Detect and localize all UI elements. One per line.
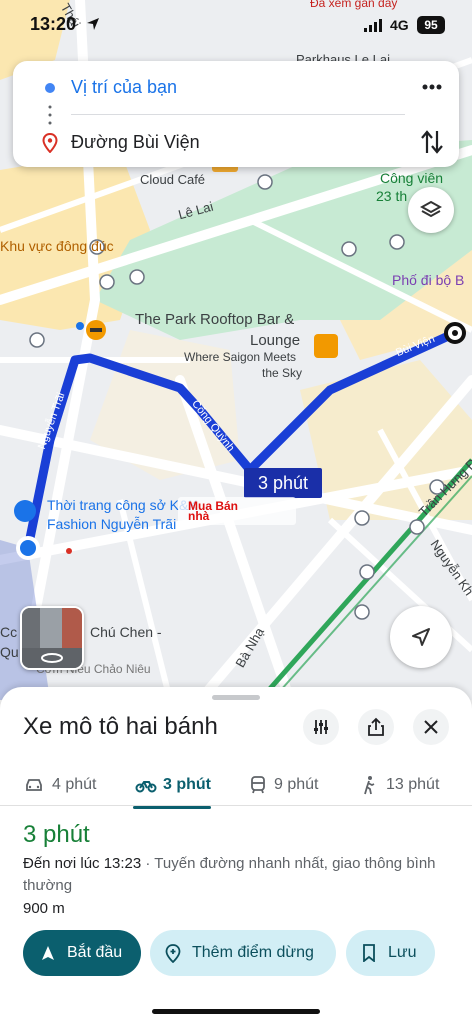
bookmark-icon — [363, 944, 375, 962]
selected-tab-indicator — [133, 806, 211, 809]
status-time: 13:20 — [30, 14, 77, 34]
route-summary: Đến nơi lúc 13:23 · Tuyến đường nhanh nh… — [23, 853, 453, 897]
start-button-label: Bắt đầu — [67, 944, 123, 961]
recenter-button[interactable] — [390, 606, 452, 668]
start-button[interactable]: Bắt đầu — [23, 930, 141, 976]
map-label-chu-chen: Chú Chen - — [90, 624, 162, 640]
origin-field[interactable]: Vị trí của bạn — [71, 77, 177, 98]
destination-pin-icon — [42, 133, 58, 153]
navigation-arrow-icon — [412, 628, 430, 646]
transit-icon — [251, 776, 265, 794]
route-distance: 900 m — [23, 900, 65, 917]
travel-mode-tabs: 4 phút 3 phút 9 phút 13 phút — [0, 759, 472, 806]
street-view-thumbnail[interactable] — [20, 606, 84, 670]
route-duration: 3 phút — [23, 821, 90, 848]
close-button[interactable] — [413, 709, 449, 745]
sliders-icon — [314, 720, 328, 734]
map-label-cloud-cafe: Cloud Café — [140, 172, 206, 187]
map-label-thoi-trang-1: Thời trang công sở K&K — [47, 497, 198, 513]
layers-button[interactable] — [408, 187, 454, 233]
sheet-drag-handle[interactable] — [212, 695, 260, 700]
close-icon — [424, 720, 438, 734]
map-label-cong-vien: Công viên — [380, 170, 444, 186]
battery-level: 95 — [417, 16, 445, 34]
navigation-icon — [42, 946, 54, 960]
home-indicator — [152, 1009, 320, 1014]
network-type: 4G — [390, 17, 409, 33]
tab-transit[interactable]: 9 phút — [250, 773, 318, 797]
add-stop-icon — [165, 944, 181, 963]
save-button[interactable]: Lưu — [346, 930, 435, 976]
directions-panel: Vị trí của bạn Đường Bùi Viện — [13, 61, 459, 167]
add-stop-label: Thêm điểm dừng — [192, 944, 314, 961]
swap-vertical-icon — [421, 130, 443, 154]
map-label-park-rooftop: The Park Rooftop Bar & — [135, 311, 295, 328]
layers-icon — [420, 200, 442, 218]
tab-car[interactable]: 4 phút — [24, 773, 96, 797]
car-icon — [26, 779, 42, 791]
street-view-image — [22, 608, 82, 668]
route-time-tag[interactable]: 3 phút — [244, 468, 322, 498]
tab-walk[interactable]: 13 phút — [362, 773, 439, 797]
arrival-time: Đến nơi lúc 13:23 — [23, 855, 142, 872]
save-label: Lưu — [388, 944, 417, 961]
watermark-text: Mua Bán nhà — [188, 499, 239, 523]
more-horizontal-icon — [422, 84, 442, 90]
more-options-button[interactable] — [417, 77, 447, 97]
divider — [71, 114, 405, 115]
sheet-title: Xe mô tô hai bánh — [23, 713, 218, 740]
tab-motorbike-label: 3 phút — [163, 776, 211, 793]
map-label-where-saigon: Where Saigon Meets — [184, 350, 297, 364]
walk-icon — [364, 776, 375, 795]
directions-sheet: Xe mô tô hai bánh 4 phút 3 phút 9 phút 1… — [0, 687, 472, 1024]
map-label-thoi-trang-2: Fashion Nguyễn Trãi — [47, 516, 177, 532]
map-label-pho-di-bo: Phố đi bộ B — [392, 272, 465, 288]
add-stop-button[interactable]: Thêm điểm dừng — [150, 930, 336, 976]
destination-field[interactable]: Đường Bùi Viện — [71, 132, 200, 153]
route-options-button[interactable] — [303, 709, 339, 745]
status-bar: 13:20 4G 95 — [0, 0, 472, 52]
location-arrow-icon — [87, 18, 99, 30]
origin-dot-icon — [45, 83, 55, 93]
share-icon — [368, 717, 384, 736]
map-label-lounge: Lounge — [250, 332, 301, 349]
watermark: Mua Bán nhà — [178, 497, 296, 525]
swap-button[interactable] — [419, 127, 445, 157]
tab-transit-label: 9 phút — [274, 776, 319, 793]
share-button[interactable] — [358, 709, 394, 745]
map-label-cong-vien-2: 23 th — [376, 188, 408, 204]
route-dots-icon — [48, 105, 52, 125]
motorbike-icon — [135, 781, 157, 793]
tab-car-label: 4 phút — [52, 776, 97, 793]
map-label-q: Qu — [0, 644, 19, 660]
map-label-khu-vuc: Khu vực đông đúc — [0, 238, 114, 254]
tab-motorbike[interactable]: 3 phút — [135, 773, 211, 797]
tab-walk-label: 13 phút — [386, 776, 440, 793]
map-label-the-sky: the Sky — [262, 366, 303, 380]
map-label-cc: Cc — [0, 624, 18, 640]
signal-icon — [364, 19, 382, 32]
